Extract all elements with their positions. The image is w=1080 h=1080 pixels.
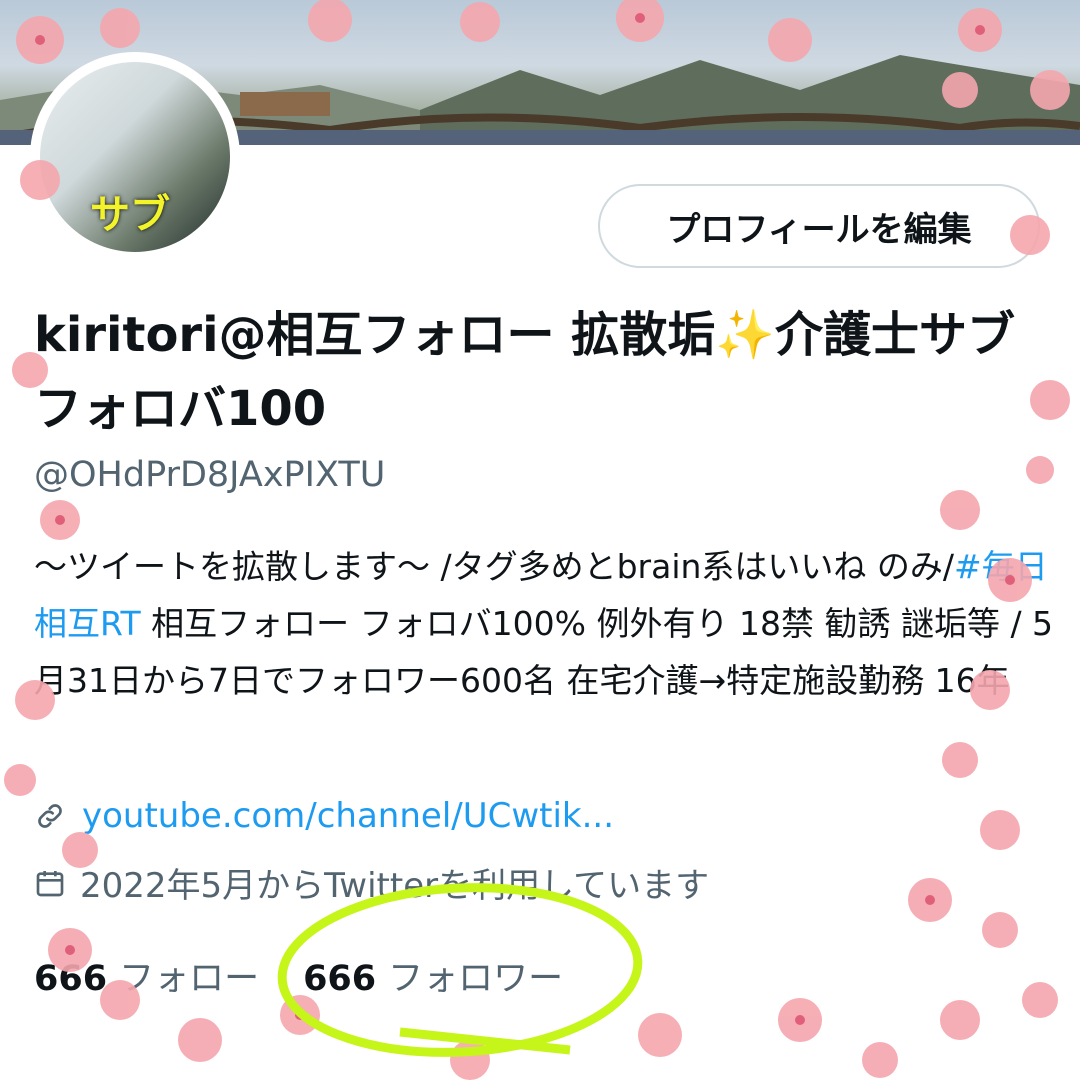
following-label: フォロー [119,959,260,999]
following-count: 666 [34,959,108,999]
avatar-label: サブ [90,192,170,238]
bio-text: 〜ツイートを拡散します〜 /タグ多めとbrain系はいいね のみ/ [34,547,955,586]
profile-website-link[interactable]: youtube.com/channel/UCwtik... [82,796,614,836]
followers-count: 666 [303,959,377,999]
avatar[interactable]: サブ [40,62,230,252]
link-icon [38,804,62,828]
calendar-icon [36,870,64,896]
follow-stats: 666 フォロー 666 フォロワー [34,950,563,1001]
bio-text-rest: 相互フォロー フォロバ100% 例外有り 18禁 勧誘 謎垢等 / 5月31日か… [34,604,1054,700]
following-stat[interactable]: 666 フォロー [34,950,259,1001]
joined-date-text: 2022年5月からTwitterを利用しています [80,866,710,906]
followers-stat[interactable]: 666 フォロワー [303,950,563,1001]
joined-date-row: 2022年5月からTwitterを利用しています [34,858,709,907]
user-handle: @OHdPrD8JAxPIXTU [34,455,386,495]
followers-label: フォロワー [388,959,564,999]
profile-bio: 〜ツイートを拡散します〜 /タグ多めとbrain系はいいね のみ/#毎日相互RT… [34,538,1054,709]
edit-profile-button[interactable]: プロフィールを編集 [598,184,1040,268]
highlight-underline [399,1027,571,1055]
display-name: kiritori@相互フォロー 拡散垢✨介護士サブ フォロバ100 [34,307,1016,437]
profile-link-row: youtube.com/channel/UCwtik... [34,796,614,836]
